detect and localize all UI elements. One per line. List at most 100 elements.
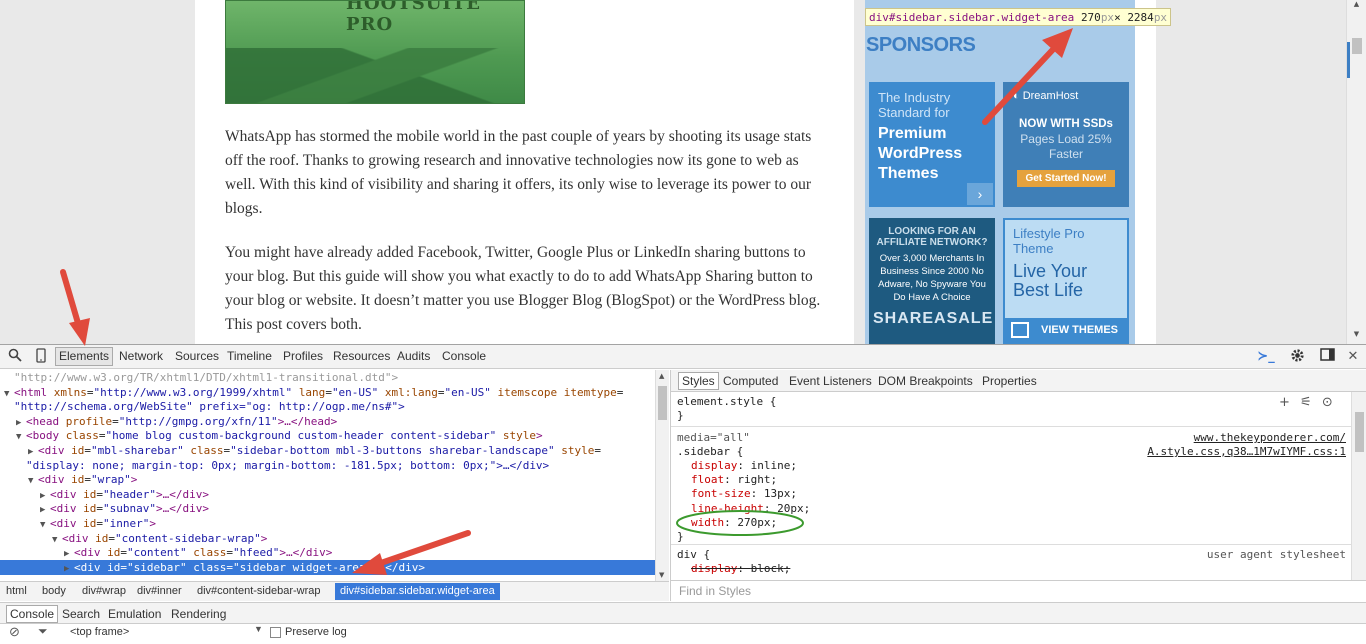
dock-icon[interactable] xyxy=(1318,348,1336,366)
dom-node-line[interactable]: "display: none; margin-top: 0px; margin-… xyxy=(0,458,655,473)
tab-audits[interactable]: Audits xyxy=(397,349,430,363)
gear-icon[interactable] xyxy=(1288,348,1306,366)
chevron-down-icon[interactable]: ▼ xyxy=(254,624,263,634)
breadcrumb-body[interactable]: body xyxy=(42,585,66,597)
post-featured-image[interactable]: HOOTSUITE PRO xyxy=(225,0,525,104)
scroll-up-icon[interactable]: ▲ xyxy=(1347,0,1366,14)
dom-node-line[interactable]: ▼ <html xmlns="http://www.w3.org/1999/xht… xyxy=(0,385,655,400)
breadcrumb-html[interactable]: html xyxy=(6,585,27,597)
tab-console[interactable]: Console xyxy=(442,349,486,363)
dom-tag-end: > xyxy=(535,429,543,443)
css-property-display[interactable]: display: inline; xyxy=(691,459,797,473)
dom-node-line[interactable]: "http://schema.org/WebSite" prefix="og: … xyxy=(0,399,655,414)
dom-attr-value: "sidebar" xyxy=(127,560,187,574)
add-rule-icon[interactable]: + xyxy=(1279,395,1290,410)
ad-dreamhost[interactable]: ◐ DreamHost NOW WITH SSDs Pages Load 25%… xyxy=(1003,82,1129,207)
overridden-display-property[interactable]: display: block; xyxy=(691,562,790,576)
sidebar-selector[interactable]: .sidebar { xyxy=(677,445,743,459)
dom-tag: <div xyxy=(50,517,77,530)
dom-node-line[interactable]: ▶ <div id="header">…</div> xyxy=(0,487,655,502)
tab-computed[interactable]: Computed xyxy=(723,374,778,388)
dom-node-line[interactable]: ▶ <div id="subnav">…</div> xyxy=(0,501,655,516)
rule-source-link-2[interactable]: A.style.css,q38…1M7wIYMF.css:1 xyxy=(1147,445,1346,458)
tab-timeline[interactable]: Timeline xyxy=(227,349,272,363)
dom-node-line[interactable]: ▼ <div id="inner"> xyxy=(0,516,655,531)
breadcrumb-wrap[interactable]: div#wrap xyxy=(82,585,126,597)
shareasale-logo: SHAREASALE xyxy=(873,310,994,327)
dom-node-line[interactable]: ▶ <div id="content" class="hfeed">…</div> xyxy=(0,545,655,560)
tab-elements[interactable]: Elements xyxy=(55,347,114,366)
filter-icon[interactable]: ⏷ xyxy=(38,624,48,639)
dom-breadcrumbs: html body div#wrap div#inner div#content… xyxy=(0,581,669,601)
frame-selector[interactable]: <top frame> xyxy=(70,626,129,638)
ad-shareasale[interactable]: LOOKING FOR AN AFFILIATE NETWORK? Over 3… xyxy=(869,218,995,344)
view-themes-button[interactable]: VIEW THEMES xyxy=(1005,318,1127,342)
scrollbar-thumb[interactable] xyxy=(1352,38,1362,54)
element-state-icon[interactable]: ⊙ xyxy=(1322,395,1333,410)
close-icon[interactable]: ✕ xyxy=(1344,348,1362,366)
css-property-name: font-size xyxy=(691,487,751,501)
drawer-tab-rendering[interactable]: Rendering xyxy=(171,607,226,621)
tab-properties[interactable]: Properties xyxy=(982,374,1037,388)
css-property-value: right xyxy=(737,473,771,487)
scrollbar-thumb[interactable] xyxy=(1355,412,1364,452)
clear-console-icon[interactable]: ⊘ xyxy=(9,624,20,640)
dom-attr-value: "wrap" xyxy=(91,473,131,487)
css-property-font-size[interactable]: font-size: 13px; xyxy=(691,487,797,501)
find-in-styles-input[interactable]: Find in Styles xyxy=(671,580,1366,601)
dom-node-line[interactable]: ▼ <div id="content-sidebar-wrap"> xyxy=(0,531,655,546)
hero-image-text: HOOTSUITE PRO xyxy=(346,0,481,35)
scrollbar-thumb[interactable] xyxy=(658,386,667,420)
tab-dom-breakpoints[interactable]: DOM Breakpoints xyxy=(878,374,973,388)
tab-resources[interactable]: Resources xyxy=(333,349,390,363)
drawer-tab-search[interactable]: Search xyxy=(62,607,100,621)
collapse-arrow-icon[interactable]: ▶ xyxy=(64,562,74,577)
search-icon[interactable] xyxy=(6,348,24,366)
div-selector[interactable]: div { xyxy=(677,548,710,562)
dom-tag-end: > xyxy=(149,517,156,530)
tab-profiles[interactable]: Profiles xyxy=(283,349,323,363)
dom-node-line[interactable]: ▼ <body class="home blog custom-backgroun… xyxy=(0,428,655,443)
element-style-selector[interactable]: element.style { xyxy=(677,395,776,409)
dom-attr-name: class xyxy=(190,444,224,457)
dom-attr-name: id xyxy=(83,502,97,516)
post-paragraph-2: You might have already added Facebook, T… xyxy=(225,244,821,333)
page-scrollbar[interactable]: ▲ ▼ xyxy=(1346,0,1366,344)
breadcrumb-inner[interactable]: div#inner xyxy=(137,585,182,597)
color-picker-icon[interactable]: ⚟ xyxy=(1300,395,1312,410)
dom-node-line[interactable]: ▶ <head profile="http://gmpg.org/xfn/11">… xyxy=(0,414,655,429)
rule-source-link-1[interactable]: www.thekeyponderer.com/ xyxy=(1194,431,1346,444)
dom-node-selected[interactable]: ▶ <div id="sidebar" class="sidebar widget… xyxy=(0,559,655,577)
styles-scrollbar[interactable] xyxy=(1351,392,1366,580)
tab-network[interactable]: Network xyxy=(119,349,163,363)
tab-sources[interactable]: Sources xyxy=(175,349,219,363)
drawer-tab-emulation[interactable]: Emulation xyxy=(108,607,161,621)
breadcrumb-content-sidebar-wrap[interactable]: div#content-sidebar-wrap xyxy=(197,585,321,597)
drawer-tab-console[interactable]: Console xyxy=(6,605,59,623)
css-property-width[interactable]: width: 270px; xyxy=(691,516,777,530)
css-property-line-height[interactable]: line-height: 20px; xyxy=(691,502,810,516)
dom-attr-value: "sidebar widget-area" xyxy=(232,560,373,574)
scroll-down-icon[interactable]: ▼ xyxy=(1347,330,1366,342)
dom-node-line[interactable]: ▶ <div id="mbl-sharebar" class="sidebar-b… xyxy=(0,443,655,458)
ad-lifestyle-pro[interactable]: Lifestyle Pro Theme Live Your Best Life … xyxy=(1003,218,1129,344)
media-query: media="all" xyxy=(677,431,750,444)
ad2-get-started-button[interactable]: Get Started Now! xyxy=(1017,170,1115,187)
dom-tag: <head xyxy=(26,414,60,428)
dom-node-line[interactable]: ▼ <div id="wrap"> xyxy=(0,472,655,487)
scroll-down-icon[interactable]: ▼ xyxy=(659,571,664,579)
tab-styles[interactable]: Styles xyxy=(678,372,719,390)
dom-attr-name: style xyxy=(561,444,595,457)
css-property-float[interactable]: float: right; xyxy=(691,473,777,487)
dom-scrollbar[interactable]: ▲ ▼ xyxy=(655,370,669,581)
css-property-name: float xyxy=(691,473,725,487)
preserve-log-checkbox[interactable] xyxy=(270,627,281,638)
chevron-right-icon[interactable]: › xyxy=(967,183,993,205)
device-icon[interactable] xyxy=(32,348,50,366)
tab-event-listeners[interactable]: Event Listeners xyxy=(789,374,872,388)
ad-studiopress[interactable]: The Industry Standard for Premium WordPr… xyxy=(869,82,995,207)
breadcrumb-sidebar[interactable]: div#sidebar.sidebar.widget-area xyxy=(335,583,500,600)
console-drawer-icon[interactable]: ≻_ xyxy=(1257,348,1275,366)
dom-node-line[interactable]: "http://www.w3.org/TR/xhtml1/DTD/xhtml1-… xyxy=(0,370,655,385)
scroll-up-icon[interactable]: ▲ xyxy=(659,372,664,380)
